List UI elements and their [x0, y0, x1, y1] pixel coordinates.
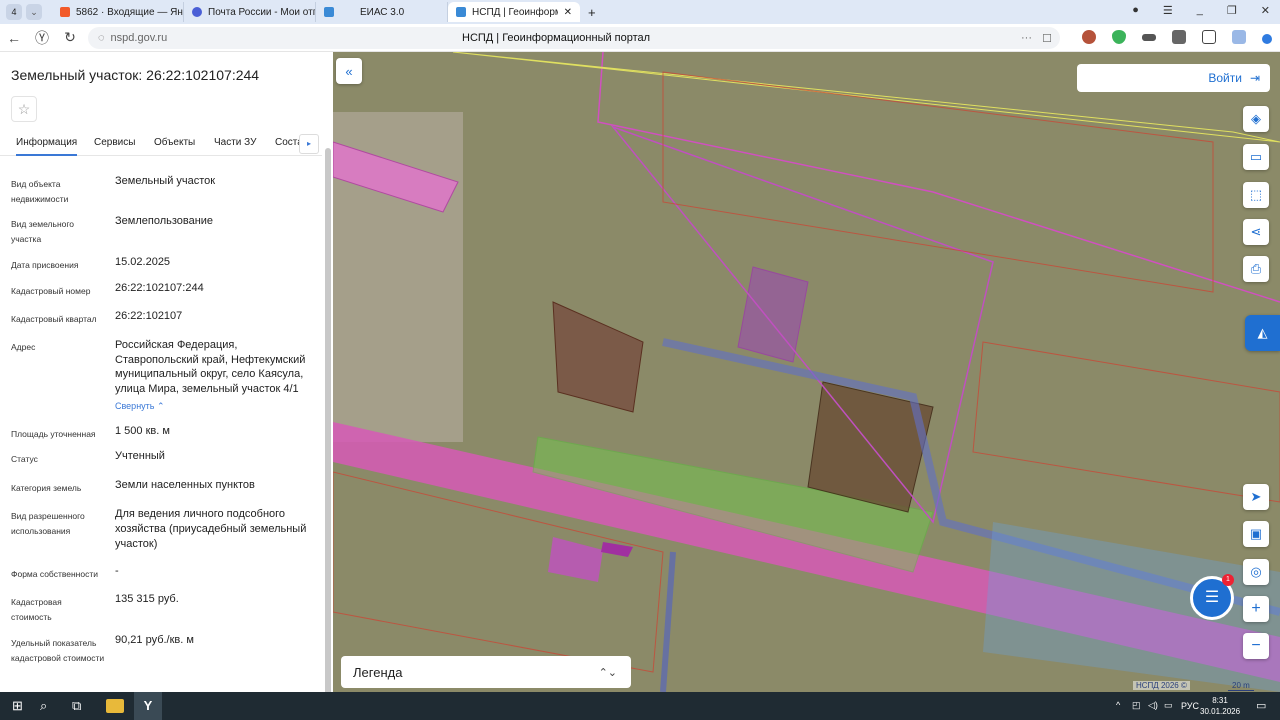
taskbar: ⊞ ⌕ ⧉ Y ^ ◰ ◁) ▭ РУС 8:31 30.01.2026 ▭ — [0, 692, 1280, 720]
login-icon: ⇥ — [1249, 71, 1260, 85]
reload-icon[interactable]: ↻ — [56, 29, 84, 46]
info-panel: Земельный участок: 26:22:102107:244 ☆ Ин… — [0, 52, 333, 692]
minimize-icon[interactable]: _ — [1197, 4, 1203, 17]
geolocation-button[interactable]: ➤ — [1243, 484, 1269, 510]
restore-icon[interactable]: ❐ — [1227, 4, 1237, 17]
share-icon: ⋖ — [1250, 224, 1262, 239]
eias-icon — [324, 7, 334, 17]
browser-tab-bar: 4 ⌄ 5862 · Входящие — Яндекс Почта Росси… — [0, 0, 1280, 24]
select-icon: ⬚ — [1249, 187, 1263, 202]
yandex-browser-icon[interactable]: Y — [134, 692, 162, 720]
download-icon[interactable] — [1262, 34, 1272, 44]
close-tab-icon[interactable]: ✕ — [564, 7, 572, 18]
browser-tab-mail[interactable]: 5862 · Входящие — Яндекс — [52, 2, 184, 22]
notifications-icon[interactable]: ▭ — [1256, 699, 1266, 712]
ruler-icon: ▭ — [1249, 149, 1263, 164]
tab-services[interactable]: Сервисы — [94, 137, 135, 148]
extension-icon[interactable] — [1142, 34, 1156, 41]
share-button[interactable]: ⋖ — [1243, 219, 1269, 245]
zoom-in-button[interactable]: + — [1243, 596, 1269, 622]
tray-chevron-icon[interactable]: ^ — [1116, 700, 1120, 710]
browser-tab-nspd[interactable]: НСПД | Геоинформационный портал✕ — [448, 2, 580, 22]
tab-objects[interactable]: Объекты — [154, 137, 195, 148]
tab-parts[interactable]: Части ЗУ — [214, 137, 256, 148]
browser-tab-pochta[interactable]: Почта России - Мои отправления — [184, 2, 316, 22]
bookmark-icon[interactable]: ☐ — [1042, 32, 1052, 45]
url-bar[interactable]: ◌ nspd.gov.ru НСПД | Геоинформационный п… — [88, 27, 1060, 49]
minimap-icon: ▣ — [1249, 526, 1263, 541]
extension-icon[interactable] — [1172, 30, 1186, 44]
address-bar-row: ← Ⓨ ↻ ◌ nspd.gov.ru НСПД | Геоинформацио… — [0, 24, 1280, 52]
panel-scrollbar[interactable] — [325, 148, 331, 692]
search-icon[interactable]: ⌕ — [40, 698, 47, 714]
more-icon[interactable]: ··· — [1021, 32, 1032, 44]
minimap-button[interactable]: ▣ — [1243, 521, 1269, 547]
language-indicator[interactable]: РУС — [1181, 701, 1199, 711]
yandex-icon[interactable]: Ⓨ — [28, 28, 56, 48]
satellite-map — [333, 52, 1280, 692]
chat-badge: 1 — [1222, 574, 1234, 586]
tab-information[interactable]: Информация — [16, 137, 78, 156]
shield-icon: ◌ — [98, 32, 105, 44]
collapse-panel-button[interactable]: « — [336, 58, 362, 84]
map-scale: 20 m — [1228, 681, 1254, 691]
measure-button[interactable]: ▭ — [1243, 144, 1269, 170]
map-copyright: НСПД 2026 © — [1133, 681, 1190, 690]
select-area-button[interactable]: ⬚ — [1243, 182, 1269, 208]
new-tab-button[interactable]: + — [588, 5, 596, 20]
tab-list-dropdown[interactable]: ⌄ — [26, 4, 42, 20]
adblock-icon[interactable] — [1112, 30, 1126, 44]
extensions-icon[interactable] — [1202, 30, 1216, 44]
tab-count[interactable]: 4 — [6, 4, 22, 20]
pin-icon: ◎ — [1250, 564, 1262, 579]
location-arrow-icon: ➤ — [1250, 489, 1262, 504]
mail-icon — [60, 7, 70, 17]
nspd-icon — [456, 7, 466, 17]
network-icon[interactable]: ▭ — [1164, 700, 1173, 711]
panel-tabs: Информация Сервисы Объекты Части ЗУ Сост… — [0, 132, 322, 156]
tabs-scroll-right-button[interactable]: ▸ — [299, 134, 319, 154]
profile-icon[interactable]: ● — [1132, 4, 1139, 17]
page-title: НСПД | Геоинформационный портал — [462, 32, 651, 44]
browser-tab-eias[interactable]: ЕИАС 3.0 — [316, 2, 448, 22]
url-text: nspd.gov.ru — [110, 32, 168, 44]
file-explorer-icon[interactable] — [106, 699, 124, 713]
collapse-link[interactable]: Свернуть ⌃ — [115, 401, 165, 412]
chevron-updown-icon: ⌃⌄ — [598, 666, 617, 679]
extension-icon[interactable] — [1082, 30, 1096, 44]
task-view-icon[interactable]: ⧉ — [72, 698, 81, 714]
menu-icon[interactable]: ☰ — [1163, 4, 1173, 17]
search-location-button[interactable]: ◎ — [1243, 559, 1269, 585]
print-button[interactable]: ⎙ — [1243, 256, 1269, 282]
feedback-tab[interactable]: ◭ — [1245, 315, 1280, 351]
pochta-icon — [192, 7, 202, 17]
legend-dropdown[interactable]: Легенда ⌃⌄ — [341, 656, 631, 688]
favorite-star-button[interactable]: ☆ — [11, 96, 37, 122]
zoom-out-button[interactable]: − — [1243, 633, 1269, 659]
print-icon: ⎙ — [1250, 261, 1262, 276]
map-view[interactable]: « Войти ⇥ ◈ ▭ ⬚ ⋖ ⎙ ◭ ➤ ▣ ◎ + − ☰ 1 Леген… — [333, 52, 1280, 692]
login-button[interactable]: Войти ⇥ — [1077, 64, 1270, 92]
clock[interactable]: 8:31 30.01.2026 — [1200, 695, 1240, 717]
chat-icon: ☰ — [1204, 589, 1220, 606]
document-icon[interactable] — [1232, 30, 1246, 44]
layers-icon: ◈ — [1251, 111, 1261, 126]
volume-icon[interactable]: ◁) — [1148, 700, 1158, 711]
feedback-icon: ◭ — [1257, 325, 1268, 340]
windows-start-icon[interactable]: ⊞ — [12, 698, 23, 714]
camera-icon[interactable]: ◰ — [1132, 700, 1141, 711]
close-window-icon[interactable]: ✕ — [1261, 4, 1270, 17]
back-icon[interactable]: ← — [0, 30, 28, 46]
layers-button[interactable]: ◈ — [1243, 106, 1269, 132]
panel-title: Земельный участок: 26:22:102107:244 — [11, 67, 260, 83]
